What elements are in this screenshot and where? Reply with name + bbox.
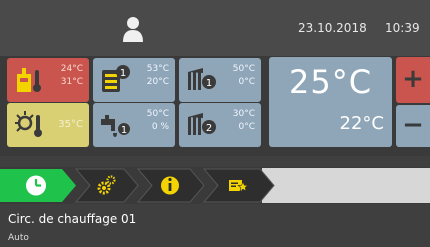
tank-1-values: 53°C 20°C bbox=[147, 63, 169, 89]
boiler-thermometer-icon bbox=[17, 68, 41, 92]
tab-favorites[interactable] bbox=[200, 167, 276, 204]
heating-circuit-2-tile[interactable]: 2 30°C 0°C bbox=[179, 103, 261, 147]
circuit-mode: Auto bbox=[8, 233, 29, 243]
circuit-name: Circ. de chauffage 01 bbox=[8, 212, 137, 226]
hot-water-tile[interactable]: 1 50°C 0 % bbox=[93, 103, 175, 147]
tank-1-value-2: 20°C bbox=[146, 77, 169, 87]
solar-thermometer-icon bbox=[15, 111, 42, 137]
svg-text:1: 1 bbox=[120, 68, 126, 79]
boiler-tile[interactable]: 24°C 31°C bbox=[7, 58, 89, 102]
tab-schedule[interactable] bbox=[0, 167, 78, 204]
heating-circuit-1-value-2: 0°C bbox=[238, 77, 255, 87]
svg-text:1: 1 bbox=[206, 78, 212, 89]
solar-tile[interactable]: 35°C bbox=[7, 103, 89, 147]
tab-bar-empty-track bbox=[262, 168, 430, 203]
status-bar: 23.10.2018 10:39 bbox=[0, 0, 430, 56]
boiler-value-2: 31°C bbox=[60, 77, 83, 87]
hot-water-tap-icon: 1 bbox=[101, 115, 130, 137]
solar-values: 35°C bbox=[58, 118, 83, 131]
heating-circuit-1-values: 50°C 0°C bbox=[233, 63, 255, 89]
heating-circuit-2-icon: 2 bbox=[188, 113, 216, 135]
info-icon bbox=[161, 176, 179, 195]
tank-1-value-1: 53°C bbox=[146, 64, 169, 74]
decrease-temperature-button[interactable]: − bbox=[396, 105, 430, 147]
svg-text:2: 2 bbox=[206, 123, 212, 134]
tank-1-tile[interactable]: 1 53°C 20°C bbox=[93, 58, 175, 102]
increase-temperature-button[interactable]: + bbox=[396, 57, 430, 103]
boiler-value-1: 24°C bbox=[60, 64, 83, 74]
heating-circuit-2-values: 30°C 0°C bbox=[233, 108, 255, 134]
heating-circuit-1-value-1: 50°C bbox=[232, 64, 255, 74]
setpoint-temperature: 25°C bbox=[288, 63, 373, 101]
heating-circuit-2-value-2: 0°C bbox=[238, 122, 255, 132]
temperature-display: 25°C 22°C bbox=[269, 57, 392, 147]
clock-icon bbox=[26, 175, 46, 196]
heating-circuit-1-tile[interactable]: 1 50°C 0°C bbox=[179, 58, 261, 102]
current-temperature: 22°C bbox=[339, 113, 384, 134]
tank-1-icon: 1 bbox=[102, 65, 130, 92]
hot-water-value-2: 0 % bbox=[151, 122, 169, 132]
user-icon[interactable] bbox=[121, 15, 145, 43]
heating-circuit-2-value-1: 30°C bbox=[232, 109, 255, 119]
tab-settings[interactable] bbox=[72, 167, 140, 204]
svg-text:1: 1 bbox=[121, 125, 127, 136]
hot-water-value-1: 50°C bbox=[146, 109, 169, 119]
plus-icon: + bbox=[402, 64, 424, 94]
solar-value-1: 35°C bbox=[58, 119, 83, 130]
tab-info[interactable] bbox=[134, 167, 206, 204]
hot-water-values: 50°C 0 % bbox=[147, 108, 169, 134]
date-text: 23.10.2018 bbox=[298, 21, 367, 35]
boiler-values: 24°C 31°C bbox=[61, 63, 83, 89]
minus-icon: − bbox=[402, 110, 424, 140]
time-text: 10:39 bbox=[385, 21, 420, 35]
heating-circuit-1-icon: 1 bbox=[188, 68, 216, 90]
